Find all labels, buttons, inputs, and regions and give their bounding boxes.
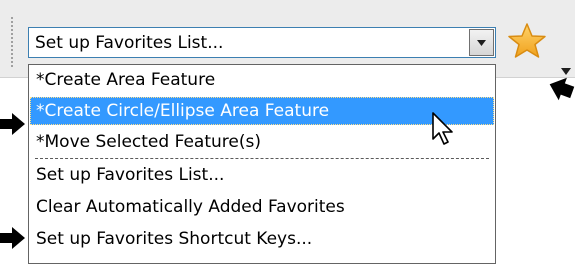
list-item[interactable]: Set up Favorites List... xyxy=(30,161,494,189)
list-item-label: Set up Favorites List... xyxy=(36,165,225,185)
chevron-down-icon xyxy=(477,40,486,46)
favorites-star-button[interactable] xyxy=(507,22,547,64)
list-item[interactable]: *Move Selected Feature(s) xyxy=(30,128,494,156)
favorites-combo-value: Set up Favorites List... xyxy=(35,33,224,53)
callout-arrow-icon xyxy=(545,72,575,108)
list-separator xyxy=(35,158,489,159)
list-item[interactable]: Set up Favorites Shortcut Keys... xyxy=(30,225,494,253)
list-item-selected[interactable]: *Create Circle/Ellipse Area Feature xyxy=(30,97,494,125)
mouse-pointer-icon xyxy=(431,111,457,151)
callout-arrow-icon xyxy=(0,112,26,140)
favorites-dropdown-list: *Create Area Feature *Create Circle/Elli… xyxy=(28,64,496,264)
toolbar-grip[interactable] xyxy=(10,16,14,68)
list-item-label: *Create Area Feature xyxy=(36,70,216,90)
callout-arrow-icon xyxy=(0,226,26,254)
list-item-label: *Move Selected Feature(s) xyxy=(36,132,261,152)
list-item[interactable]: Clear Automatically Added Favorites xyxy=(30,193,494,221)
star-icon xyxy=(508,23,546,58)
list-item-label: Clear Automatically Added Favorites xyxy=(36,197,345,217)
favorites-combo-box[interactable]: Set up Favorites List... xyxy=(28,27,496,58)
list-item[interactable]: *Create Area Feature xyxy=(30,66,494,94)
list-item-label: Set up Favorites Shortcut Keys... xyxy=(36,229,313,249)
list-item-label: *Create Circle/Ellipse Area Feature xyxy=(36,101,330,121)
combo-dropdown-button[interactable] xyxy=(469,29,494,56)
